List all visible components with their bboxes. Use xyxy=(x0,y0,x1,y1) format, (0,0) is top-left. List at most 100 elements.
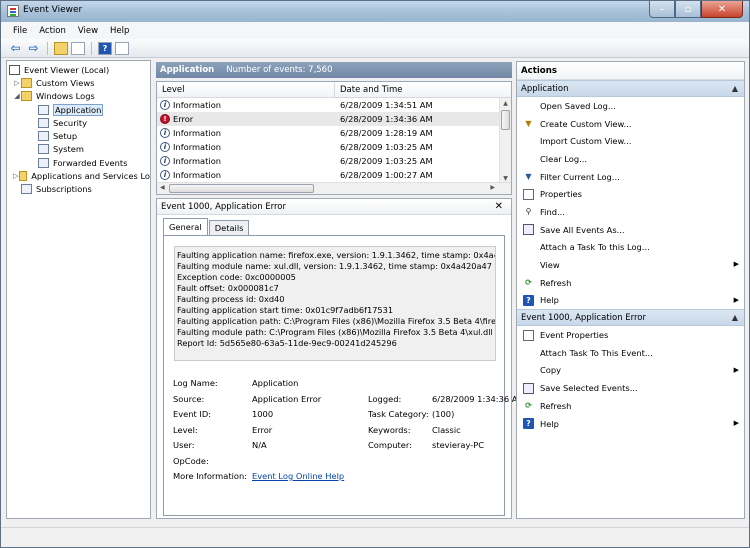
event-row[interactable]: i Information 6/28/2009 1:28:19 AM xyxy=(157,126,511,140)
tree-item-forwarded-events[interactable]: Forwarded Events xyxy=(7,156,150,169)
event-date-cell: 6/28/2009 1:00:27 AM xyxy=(340,170,433,180)
level-value: Error xyxy=(252,424,273,435)
action-item-save-selected-events[interactable]: Save Selected Events... xyxy=(517,379,744,397)
action-item-find[interactable]: ⚲ Find... xyxy=(517,203,744,221)
close-icon[interactable]: ✕ xyxy=(495,201,503,212)
folder-icon xyxy=(21,91,32,102)
properties-icon xyxy=(523,329,534,341)
event-row[interactable]: i Information 6/28/2009 1:03:25 AM xyxy=(157,140,511,154)
action-item-label: Filter Current Log... xyxy=(540,171,620,182)
help-icon[interactable]: ? xyxy=(98,41,112,55)
submenu-arrow-icon: ▶ xyxy=(733,260,739,269)
tree-item-system[interactable]: System xyxy=(7,143,150,156)
tree-item-windows-logs[interactable]: ◢ Windows Logs xyxy=(7,90,150,103)
event-viewer-app-icon xyxy=(7,5,19,17)
actions-section-application[interactable]: Application ▲ xyxy=(517,80,744,97)
scroll-left-icon[interactable]: ◀ xyxy=(160,184,165,191)
scroll-thumb[interactable] xyxy=(169,184,314,193)
menu-view[interactable]: View xyxy=(72,26,104,36)
event-row[interactable]: i Information 6/28/2009 1:03:25 AM xyxy=(157,154,511,168)
action-item-save-all-events-as[interactable]: Save All Events As... xyxy=(517,221,744,239)
collapse-arrow-icon[interactable]: ◢ xyxy=(13,92,21,100)
action-item-label: Help xyxy=(540,295,559,306)
opcode-label: OpCode: xyxy=(173,455,209,466)
show-hide-tree-icon[interactable] xyxy=(71,41,85,55)
action-item-label: Clear Log... xyxy=(540,153,588,164)
event-date-cell: 6/28/2009 1:34:36 AM xyxy=(340,114,433,124)
scroll-up-icon[interactable]: ▲ xyxy=(500,98,511,109)
close-button[interactable]: ✕ xyxy=(701,1,743,18)
tab-details[interactable]: Details xyxy=(208,220,250,235)
task-icon xyxy=(523,347,534,358)
tree-item-setup[interactable]: Setup xyxy=(7,129,150,142)
blank-icon xyxy=(523,153,534,164)
blank-icon xyxy=(523,260,534,271)
action-item-attach-task-to-this-event[interactable]: Attach Task To This Event... xyxy=(517,344,744,362)
information-icon: i xyxy=(160,156,170,166)
maximize-button[interactable]: ▫ xyxy=(675,1,701,18)
event-level-text: Information xyxy=(173,170,222,180)
event-row[interactable]: ! Error 6/28/2009 1:34:36 AM xyxy=(157,112,511,126)
actions-section-event[interactable]: Event 1000, Application Error ▲ xyxy=(517,309,744,327)
action-item-refresh[interactable]: ⟳ Refresh xyxy=(517,397,744,415)
menu-help[interactable]: Help xyxy=(104,26,135,36)
level-label: Level: xyxy=(173,424,198,435)
blank-icon xyxy=(523,136,534,147)
event-description: Faulting application name: firefox.exe, … xyxy=(174,246,496,361)
scroll-thumb[interactable] xyxy=(501,110,510,130)
log-name-label: Log Name: xyxy=(173,378,218,388)
action-item-label: Save All Events As... xyxy=(540,224,625,235)
tree-item-applications-services[interactable]: ▷ Applications and Services Lo xyxy=(7,169,150,182)
log-icon xyxy=(38,131,49,142)
log-header: Application Number of events: 7,560 xyxy=(156,62,512,78)
column-header-date[interactable]: Date and Time xyxy=(335,82,497,97)
action-item-refresh[interactable]: ⟳ Refresh xyxy=(517,274,744,292)
action-item-event-properties[interactable]: Event Properties xyxy=(517,326,744,344)
log-icon xyxy=(38,104,49,115)
actions-pane: Actions Application ▲ Open Saved Log... ▼… xyxy=(516,61,745,519)
event-log-online-help-link[interactable]: Event Log Online Help xyxy=(252,471,344,481)
event-level-text: Information xyxy=(173,128,222,138)
event-row[interactable]: i Information 6/28/2009 1:34:51 AM xyxy=(157,98,511,112)
event-detail-title: Event 1000, Application Error xyxy=(161,201,287,212)
action-item-filter-current-log[interactable]: ▼ Filter Current Log... xyxy=(517,168,744,186)
forward-arrow-icon[interactable]: ⇨ xyxy=(26,41,41,56)
vertical-scrollbar[interactable]: ▲ ▼ xyxy=(499,98,511,184)
collapse-caret-icon[interactable]: ▲ xyxy=(732,313,738,322)
action-item-help[interactable]: ? Help ▶ xyxy=(517,415,744,433)
tab-general[interactable]: General xyxy=(163,218,208,235)
column-header-level[interactable]: Level xyxy=(157,82,335,97)
show-hide-action-pane-icon[interactable] xyxy=(115,41,129,55)
action-item-open-saved-log[interactable]: Open Saved Log... xyxy=(517,97,744,115)
tree-item-application[interactable]: Application xyxy=(7,103,150,116)
actions-header: Actions xyxy=(517,62,744,80)
general-tab-panel: Faulting application name: firefox.exe, … xyxy=(163,235,517,516)
action-item-label: Event Properties xyxy=(540,330,609,341)
up-folder-icon[interactable] xyxy=(54,41,68,55)
action-item-copy[interactable]: Copy ▶ xyxy=(517,362,744,380)
action-item-properties[interactable]: Properties xyxy=(517,185,744,203)
action-item-help[interactable]: ? Help ▶ xyxy=(517,292,744,310)
action-item-label: Help xyxy=(540,418,559,429)
action-item-attach-a-task-to-this-log[interactable]: Attach a Task To this Log... xyxy=(517,239,744,257)
action-item-clear-log[interactable]: Clear Log... xyxy=(517,150,744,168)
tree-item-security[interactable]: Security xyxy=(7,116,150,129)
back-arrow-icon[interactable]: ⇦ xyxy=(8,41,23,56)
minimize-button[interactable]: – xyxy=(649,1,675,18)
tree-item-event-viewer-local[interactable]: Event Viewer (Local) xyxy=(7,63,150,76)
collapse-caret-icon[interactable]: ▲ xyxy=(732,84,738,93)
menu-action[interactable]: Action xyxy=(33,26,72,36)
expand-arrow-icon[interactable]: ▷ xyxy=(13,79,21,87)
event-row[interactable]: i Information 6/28/2009 1:00:27 AM xyxy=(157,168,511,182)
tree-item-subscriptions[interactable]: Subscriptions xyxy=(7,183,150,196)
tree-item-custom-views[interactable]: ▷ Custom Views xyxy=(7,76,150,89)
menu-file[interactable]: File xyxy=(7,26,33,36)
horizontal-scrollbar[interactable]: ◀ ▶ xyxy=(157,182,511,194)
event-level-cell: i Information xyxy=(157,128,335,138)
title-bar[interactable]: Event Viewer – ▫ ✕ xyxy=(1,1,749,22)
action-item-view[interactable]: View ▶ xyxy=(517,256,744,274)
action-item-create-custom-view[interactable]: ▼ Create Custom View... xyxy=(517,115,744,133)
action-item-import-custom-view[interactable]: Import Custom View... xyxy=(517,132,744,150)
blank-icon xyxy=(523,242,534,253)
scroll-right-icon[interactable]: ▶ xyxy=(490,184,495,191)
